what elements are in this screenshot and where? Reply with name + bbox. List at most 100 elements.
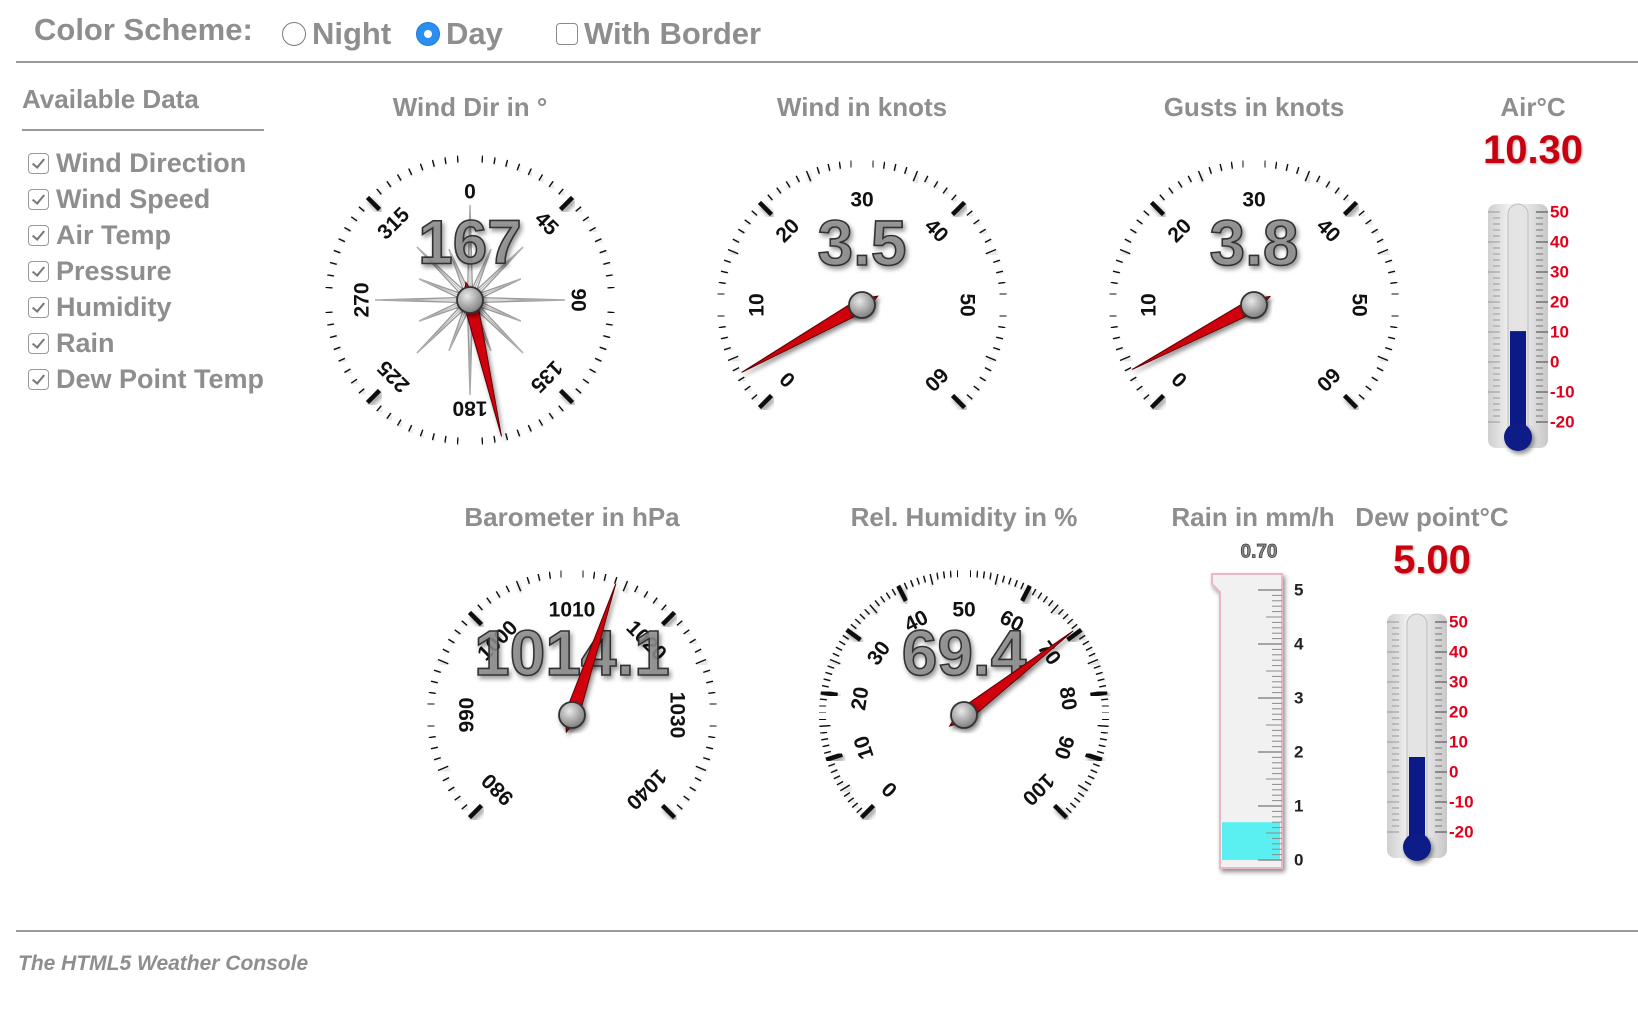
data-item-air-temp[interactable]: Air Temp: [22, 217, 268, 253]
dial-minor-tick: [1097, 724, 1109, 728]
dial-minor-tick: [683, 795, 690, 801]
wind-direction-checkbox[interactable]: [28, 152, 49, 174]
compass-minor-tick: [408, 168, 413, 176]
rain-label[interactable]: Rain: [56, 328, 115, 359]
available-data-title: Available Data: [22, 84, 199, 114]
dial-minor-tick: [993, 259, 1001, 264]
night-radio-label[interactable]: Night: [312, 16, 391, 52]
dial-minor-tick: [916, 577, 920, 585]
rain-checkbox[interactable]: [28, 332, 49, 354]
data-item-dew-point[interactable]: Dew Point Temp: [22, 361, 268, 397]
dew-point-thermometer: 50 40 30 20 10 0 -10 -20: [1387, 613, 1474, 861]
dial-minor-tick: [825, 671, 833, 676]
pressure-label[interactable]: Pressure: [56, 256, 172, 287]
dial-minor-tick: [903, 582, 908, 590]
dial-minor-tick: [703, 756, 711, 761]
dial-tick-label: 60: [1312, 363, 1345, 396]
dial-major-tick: [1149, 393, 1166, 410]
dial-minor-tick: [1390, 325, 1398, 329]
wind-speed-gauge: 01020304050603.5: [717, 160, 1007, 410]
pressure-checkbox[interactable]: [28, 260, 49, 282]
data-item-pressure[interactable]: Pressure: [22, 253, 268, 289]
dial-minor-tick: [1385, 346, 1393, 351]
dial-minor-tick: [1065, 807, 1072, 814]
dial-major-tick: [1090, 690, 1108, 698]
compass-minor-tick: [527, 168, 532, 176]
needle-hub: [848, 291, 876, 319]
dial-minor-tick: [1365, 219, 1372, 225]
dial-minor-tick: [428, 691, 436, 695]
day-radio-label[interactable]: Day: [446, 16, 503, 52]
dial-tick-label: 990: [456, 697, 479, 732]
data-item-rain[interactable]: Rain: [22, 325, 268, 361]
thermometer-scale-label: -20: [1449, 823, 1474, 842]
dial-minor-tick: [751, 210, 758, 216]
dial-minor-tick: [1371, 228, 1378, 234]
air-temp-label[interactable]: Air Temp: [56, 220, 171, 251]
dial-minor-tick: [998, 281, 1006, 285]
with-border-option[interactable]: With Border: [556, 16, 761, 52]
dial-minor-tick: [993, 346, 1001, 351]
dial-minor-tick: [922, 575, 927, 583]
night-radio-button[interactable]: [282, 22, 306, 46]
dial-minor-tick: [973, 385, 980, 391]
dial-minor-tick: [732, 367, 740, 372]
compass-minor-tick: [333, 346, 341, 351]
dial-minor-tick: [821, 684, 830, 688]
dial-minor-tick: [1143, 210, 1150, 216]
humidity-checkbox[interactable]: [28, 296, 49, 318]
dew-point-checkbox[interactable]: [28, 368, 49, 390]
wind-speed-checkbox[interactable]: [28, 188, 49, 210]
data-item-wind-direction[interactable]: Wind Direction: [22, 145, 268, 181]
dial-minor-tick: [689, 786, 696, 792]
dew-point-label[interactable]: Dew Point Temp: [56, 364, 264, 395]
with-border-label[interactable]: With Border: [584, 16, 761, 52]
air-temp-checkbox[interactable]: [28, 224, 49, 246]
dial-minor-tick: [652, 597, 658, 604]
dial-minor-tick: [819, 724, 831, 728]
wind-direction-label[interactable]: Wind Direction: [56, 148, 246, 179]
dial-minor-tick: [717, 292, 725, 295]
dial-minor-tick: [996, 336, 1004, 340]
compass-major-tick: [558, 388, 575, 405]
dial-minor-tick: [515, 580, 522, 592]
compass-minor-tick: [548, 412, 554, 420]
dial-tick-label: 100: [1018, 769, 1059, 810]
day-radio-button[interactable]: [416, 22, 440, 46]
dial-minor-tick: [1358, 210, 1365, 216]
data-item-humidity[interactable]: Humidity: [22, 289, 268, 325]
dial-tick-label: 50: [956, 293, 979, 316]
dial-minor-tick: [1098, 744, 1106, 748]
dial-minor-tick: [1098, 684, 1107, 688]
dial-minor-tick: [1219, 163, 1223, 171]
dial-minor-tick: [454, 629, 461, 635]
dial-minor-tick: [427, 725, 435, 728]
wind-speed-label[interactable]: Wind Speed: [56, 184, 210, 215]
dial-minor-tick: [1042, 595, 1048, 603]
compass-minor-tick: [344, 368, 351, 374]
dew-point-title: Dew point°C: [1355, 502, 1509, 532]
dial-minor-tick: [1085, 646, 1093, 652]
dial-minor-tick: [1376, 238, 1384, 243]
thermometer-scale-label: 40: [1449, 643, 1468, 662]
dial-minor-tick: [708, 735, 716, 739]
dial-minor-tick: [843, 791, 851, 798]
day-radio-option[interactable]: Day: [416, 16, 503, 52]
dial-minor-tick: [738, 228, 745, 234]
dial-major-tick: [467, 803, 484, 820]
compass-minor-tick: [325, 286, 333, 289]
dial-major-tick: [950, 200, 967, 217]
dial-major-tick: [825, 752, 843, 762]
dial-minor-tick: [1377, 355, 1389, 362]
night-radio-option[interactable]: Night: [282, 16, 391, 52]
with-border-checkbox[interactable]: [556, 23, 578, 45]
dial-minor-tick: [1090, 769, 1098, 774]
data-item-wind-speed[interactable]: Wind Speed: [22, 181, 268, 217]
dial-major-tick: [1020, 584, 1032, 602]
available-data-panel: Available Data Wind Direction Wind Speed…: [22, 84, 268, 397]
dial-minor-tick: [847, 797, 855, 803]
dial-tick-label: 0: [775, 367, 800, 392]
dial-minor-tick: [859, 613, 866, 620]
dial-minor-tick: [1087, 658, 1099, 665]
humidity-label[interactable]: Humidity: [56, 292, 172, 323]
